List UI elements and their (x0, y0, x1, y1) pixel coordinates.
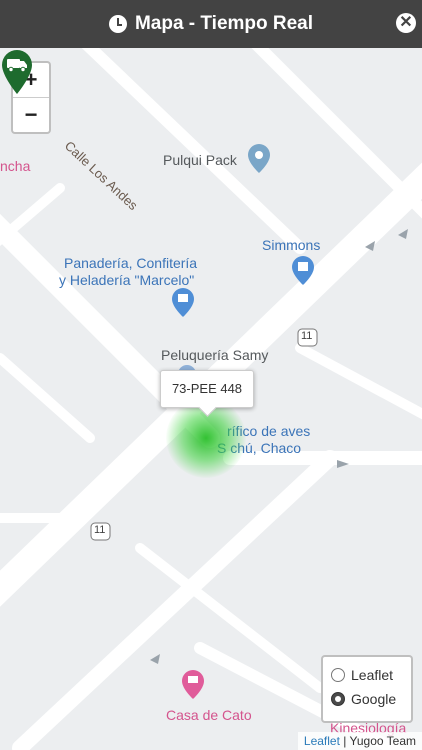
place-label-pulqui: Pulqui Pack (163, 152, 237, 168)
radio-google[interactable] (331, 692, 345, 706)
close-icon: ✕ (399, 14, 413, 31)
zoom-out-button[interactable]: − (13, 97, 49, 132)
attribution-team: Yugoo Team (349, 734, 417, 748)
route-badge-label: 11 (301, 330, 313, 342)
place-label-casa-cato: Casa de Cato (166, 707, 252, 723)
vehicle-marker[interactable] (0, 48, 34, 96)
casa-cato-pin-icon (182, 670, 204, 699)
panaderia-pin-icon (172, 288, 194, 317)
place-label-cut: ncha (0, 158, 31, 174)
layer-option-leaflet[interactable]: Leaflet (323, 663, 411, 687)
layer-label-google: Google (351, 691, 397, 707)
vehicle-plate-tooltip: 73-PEE 448 (160, 370, 254, 408)
app-header: Mapa - Tiempo Real ✕ (0, 0, 422, 48)
place-label-panaderia-1: Panadería, Confitería (64, 255, 198, 271)
pulqui-pin-icon (248, 144, 270, 173)
leaflet-link[interactable]: Leaflet (304, 734, 340, 748)
clock-icon (108, 15, 127, 33)
map-attribution: Leaflet | Yugoo Team (297, 732, 422, 750)
map-canvas[interactable]: 11 11 + − Calle Los Andes ncha Pulqui Pa… (0, 48, 422, 750)
layer-option-google[interactable]: Google (323, 687, 411, 711)
place-label-simmons: Simmons (262, 237, 321, 253)
header-title-text: Mapa - Tiempo Real (134, 13, 314, 34)
route-badge-label: 11 (94, 524, 106, 536)
place-label-panaderia-2: y Heladería "Marcelo" (59, 272, 195, 288)
attribution-separator: | (339, 734, 350, 748)
layer-label-leaflet: Leaflet (351, 667, 394, 683)
close-button[interactable]: ✕ (396, 13, 416, 33)
layer-switcher: Leaflet Google (321, 655, 413, 723)
place-label-peluqueria: Peluquería Samy (161, 347, 269, 363)
header-title: Mapa - Tiempo Real (108, 13, 314, 35)
radio-leaflet[interactable] (331, 668, 345, 682)
